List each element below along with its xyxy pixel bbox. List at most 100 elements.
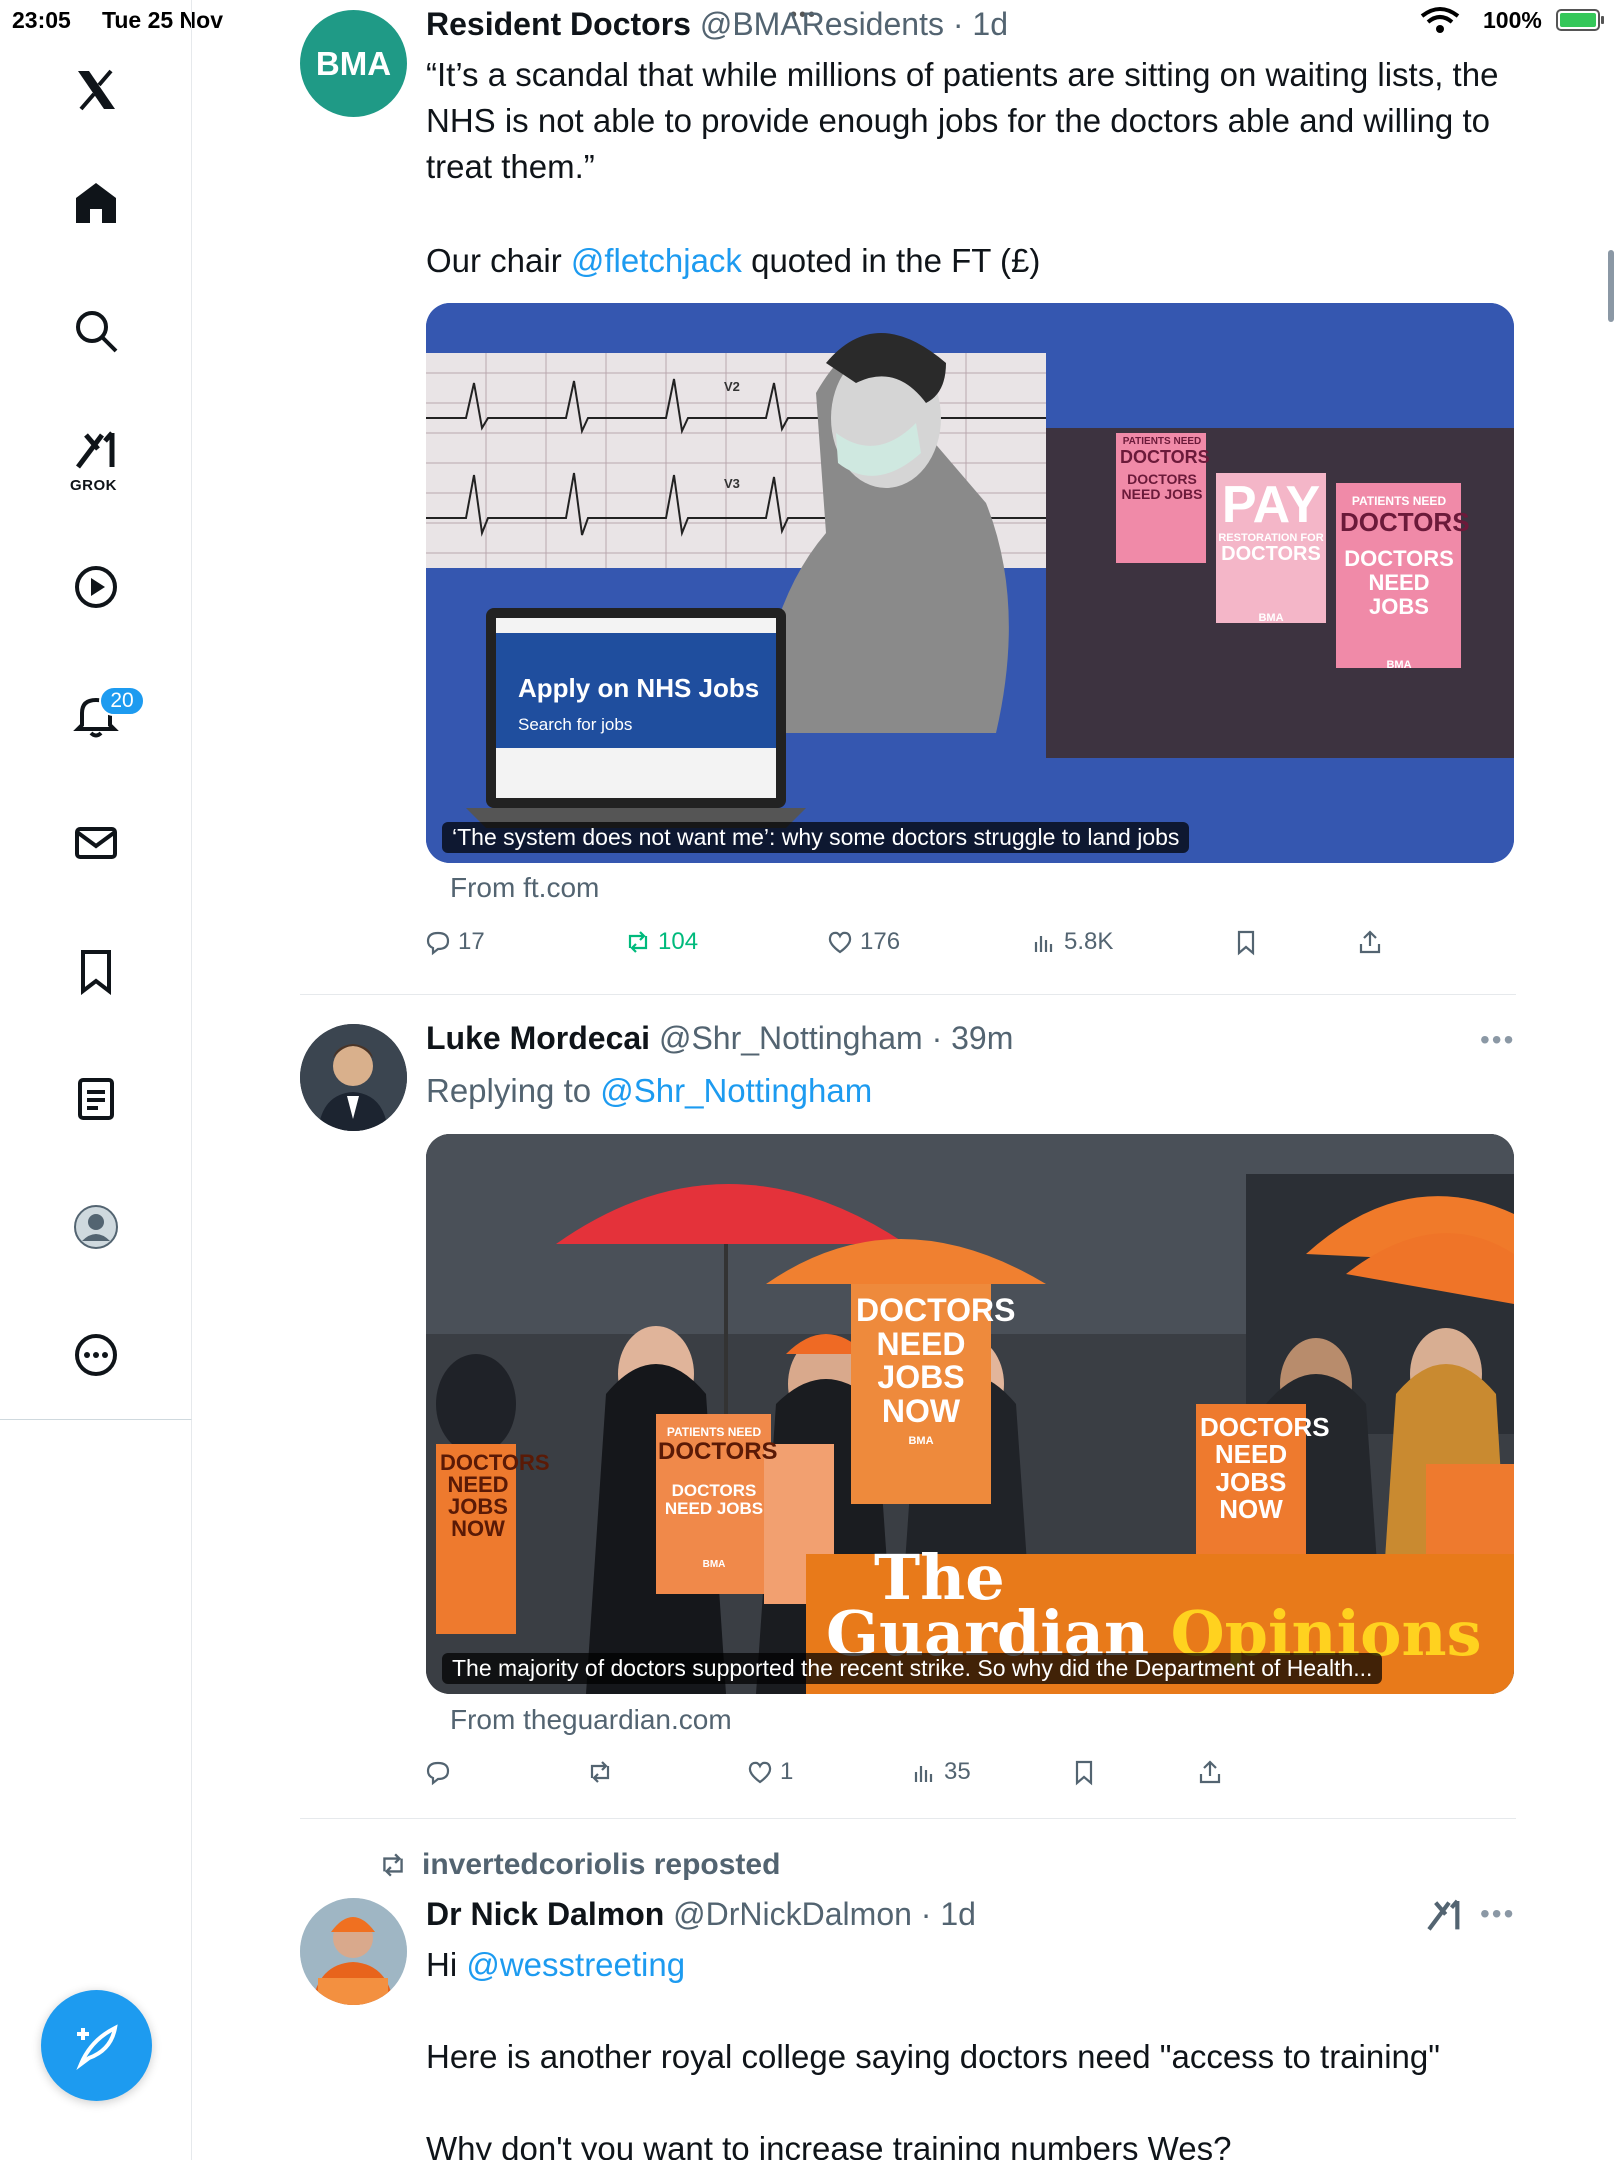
repost-icon — [383, 1853, 403, 1877]
tweet-actions: 1 35 — [420, 1758, 1420, 1798]
tweet-actions: 17 104 176 5.8K — [420, 928, 1420, 968]
card-caption: ‘The system does not want me’: why some … — [442, 822, 1190, 853]
grok-icon[interactable] — [61, 416, 131, 486]
link-card-image[interactable]: DOCTORS NEED JOBS NOW PATIENTS NEED DOCT… — [426, 1134, 1514, 1694]
tweet-header: Luke Mordecai @Shr_Nottingham · 39m — [426, 1020, 1014, 1056]
tweet-divider — [300, 994, 1516, 995]
protest-sign: PAY RESTORATION FOR DOCTORS BMA — [1218, 476, 1324, 625]
bookmark-icon — [1075, 1760, 1093, 1786]
wifi-icon — [1418, 6, 1462, 40]
x-logo-icon[interactable] — [61, 55, 131, 125]
tweet-divider — [300, 1818, 1516, 1819]
ecg-label-v2: V2 — [724, 379, 740, 394]
video-icon[interactable] — [61, 552, 131, 622]
bookmarks-icon[interactable] — [61, 936, 131, 1006]
repost-icon — [628, 931, 648, 953]
view-count: 5.8K — [1064, 928, 1114, 955]
notifications-badge: 20 — [99, 686, 145, 716]
avatar[interactable] — [300, 1024, 407, 1131]
repost-icon — [590, 1761, 610, 1783]
more-options-icon[interactable]: ••• — [1480, 1024, 1515, 1056]
reply-button[interactable] — [424, 1758, 458, 1786]
author-handle[interactable]: @DrNickDalmon — [673, 1896, 912, 1932]
protest-sign: DOCTORS NEED JOBS NOW — [440, 1450, 550, 1541]
share-button[interactable] — [1196, 1758, 1224, 1786]
replying-to: Replying to @Shr_Nottingham — [426, 1072, 873, 1109]
tweet-header: Resident Doctors @BMAResidents · 1d — [426, 6, 1008, 42]
protest-sign: PATIENTS NEED DOCTORS DOCTORS NEED JOBS — [1120, 436, 1210, 503]
tweet-text-3: Why don't you want to increase training … — [426, 2130, 1232, 2160]
repost-label[interactable]: invertedcoriolis reposted — [422, 1848, 780, 1882]
reply-icon — [426, 1761, 450, 1786]
grok-label: GROK — [70, 477, 117, 494]
mention-link[interactable]: @fletchjack — [571, 242, 742, 279]
compose-feather-icon — [75, 2023, 118, 2070]
like-button[interactable]: 1 — [746, 1758, 793, 1786]
laptop-title: Apply on NHS Jobs — [518, 673, 760, 703]
avatar[interactable]: BMA — [300, 10, 407, 117]
link-source[interactable]: From ft.com — [450, 872, 599, 904]
avatar[interactable] — [300, 1898, 407, 2005]
bookmark-button[interactable] — [1070, 1758, 1098, 1786]
messages-icon[interactable] — [61, 808, 131, 878]
reply-icon — [426, 931, 450, 956]
battery-icon — [1556, 9, 1604, 31]
heart-icon — [828, 931, 852, 954]
author-handle[interactable]: @Shr_Nottingham — [659, 1020, 923, 1056]
battery-percent: 100% — [1483, 7, 1542, 33]
more-options-icon[interactable]: ••• — [1480, 1898, 1515, 1930]
more-icon[interactable] — [61, 1320, 131, 1390]
avatar-text: BMA — [315, 44, 392, 82]
tweet-header: Dr Nick Dalmon @DrNickDalmon · 1d — [426, 1896, 976, 1932]
like-button[interactable]: 176 — [826, 928, 900, 956]
card-caption: The majority of doctors supported the re… — [442, 1653, 1383, 1684]
mention-link[interactable]: @Shr_Nottingham — [600, 1072, 872, 1109]
bookmark-button[interactable] — [1232, 928, 1260, 956]
search-icon[interactable] — [61, 296, 131, 366]
repost-button[interactable] — [586, 1758, 620, 1786]
share-button[interactable] — [1356, 928, 1384, 956]
tweet-text-2: Our chair @fletchjack quoted in the FT (… — [426, 242, 1041, 279]
bookmark-icon — [1237, 930, 1255, 956]
tweet-text: Hi @wesstreeting — [426, 1946, 686, 1983]
tweet-time[interactable]: 1d — [972, 6, 1008, 42]
author-name[interactable]: Luke Mordecai — [426, 1020, 650, 1056]
protest-sign: PATIENTS NEED DOCTORS DOCTORS NEED JOBS … — [1340, 494, 1470, 672]
tweet-time[interactable]: 39m — [951, 1020, 1013, 1056]
laptop-subtitle: Search for jobs — [518, 715, 633, 734]
scrollbar[interactable] — [1608, 250, 1614, 322]
grok-explain-icon[interactable] — [1424, 1896, 1464, 1941]
author-name[interactable]: Dr Nick Dalmon — [426, 1896, 664, 1932]
views-button[interactable]: 35 — [910, 1758, 971, 1786]
protest-sign: PATIENTS NEED DOCTORS DOCTORS NEED JOBS … — [658, 1425, 778, 1570]
share-icon — [1359, 930, 1381, 954]
repost-button[interactable]: 104 — [624, 928, 698, 956]
author-handle[interactable]: @BMAResidents — [700, 6, 944, 42]
repost-count: 104 — [658, 928, 699, 955]
protest-sign: DOCTORS NEED JOBS NOW BMA — [856, 1292, 1016, 1448]
reply-count: 17 — [458, 928, 485, 955]
tweet-text-2: Here is another royal college saying doc… — [426, 2038, 1440, 2075]
author-name[interactable]: Resident Doctors — [426, 6, 691, 42]
profile-icon[interactable] — [61, 1192, 131, 1262]
guardian-opinions-logo: The Guardian Opinions — [826, 1541, 1482, 1670]
views-button[interactable]: 5.8K — [1030, 928, 1113, 956]
compose-post-button[interactable] — [41, 1990, 152, 2101]
ecg-label-v3: V3 — [724, 476, 740, 491]
link-card-image[interactable]: V2 V3 Apply on NHS Jobs Search for jobs … — [426, 303, 1514, 863]
share-icon — [1199, 1760, 1221, 1784]
protest-sign: DOCTORS NEED JOBS NOW — [1200, 1412, 1330, 1524]
home-icon[interactable] — [61, 168, 131, 238]
like-count: 1 — [780, 1758, 794, 1785]
mention-link[interactable]: @wesstreeting — [466, 1946, 685, 1983]
lists-icon[interactable] — [61, 1064, 131, 1134]
link-source[interactable]: From theguardian.com — [450, 1704, 732, 1736]
repost-indicator: invertedcoriolis reposted — [376, 1848, 780, 1882]
heart-icon — [748, 1761, 772, 1784]
tweet-time[interactable]: 1d — [940, 1896, 976, 1932]
views-icon — [914, 1766, 933, 1782]
like-count: 176 — [860, 928, 901, 955]
reply-button[interactable]: 17 — [424, 928, 485, 956]
tweet-text: “It’s a scandal that while millions of p… — [426, 56, 1499, 185]
views-icon — [1034, 936, 1053, 952]
